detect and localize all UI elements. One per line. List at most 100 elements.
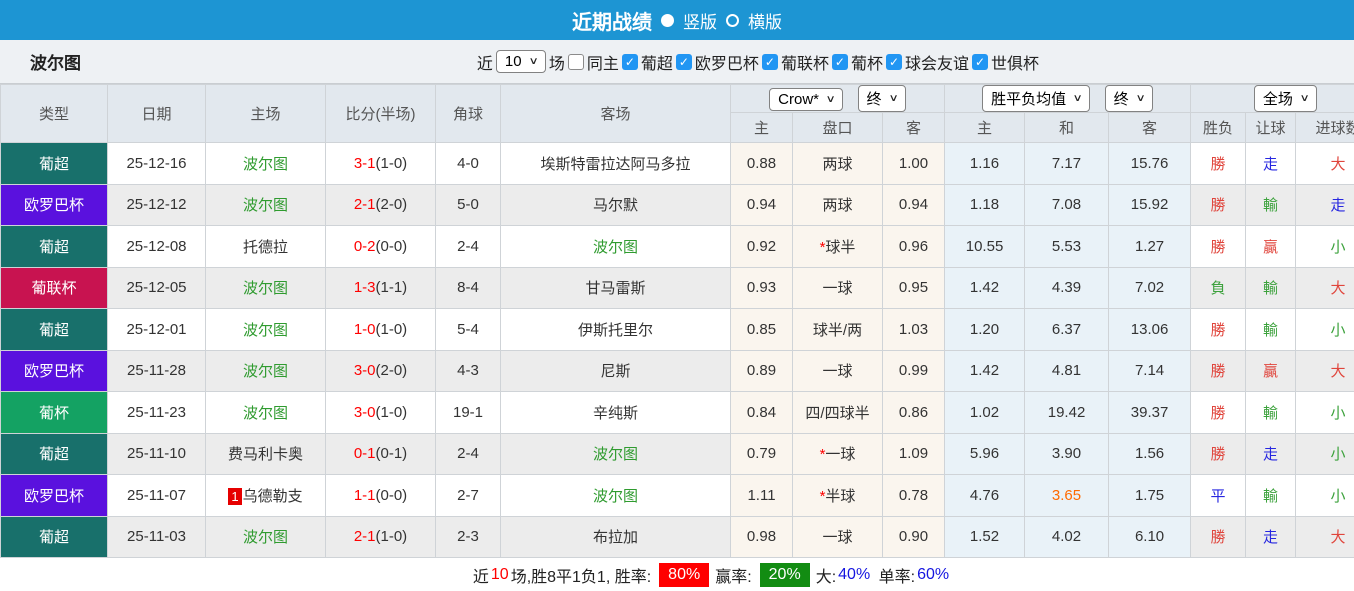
fulltime-score: 3-0 [354, 404, 376, 421]
away-team-name[interactable]: 辛纯斯 [593, 405, 638, 422]
handicap-text: 球半 [825, 239, 855, 256]
checkbox-league-cup-label[interactable]: 葡联杯 [781, 50, 829, 74]
matches-label: 场 [549, 50, 565, 74]
checkbox-friendly-label[interactable]: 球会友谊 [905, 50, 969, 74]
match-date: 25-11-23 [108, 392, 206, 434]
home-team-name[interactable]: 波尔图 [243, 405, 288, 422]
radio-vertical-label[interactable]: 竖版 [683, 8, 717, 33]
corner-cell: 4-0 [436, 143, 501, 185]
goals-result: 小 [1296, 226, 1354, 268]
summary-count: 10 [491, 566, 509, 584]
scope-select[interactable]: 全场∨ [1254, 85, 1317, 112]
home-team-cell: 托德拉 [206, 226, 326, 268]
home-team-name[interactable]: 托德拉 [243, 239, 288, 256]
away-team-name[interactable]: 波尔图 [593, 239, 638, 256]
summary-bar: 近 10 场,胜8平1负1, 胜率: 80% 赢率: 20% 大: 40% 单率… [0, 558, 1354, 591]
checkbox-league-cup[interactable] [762, 54, 778, 70]
fulltime-score: 2-1 [354, 196, 376, 213]
match-date: 25-12-05 [108, 267, 206, 309]
away-team-name[interactable]: 波尔图 [593, 446, 638, 463]
handicap-odds-away: 1.09 [883, 433, 945, 475]
bookmaker-select-value: Crow* [778, 91, 819, 108]
table-row: 欧罗巴杯 25-11-28 波尔图 3-0(2-0) 4-3 尼斯 0.89 一… [1, 350, 1354, 392]
table-row: 葡超 25-11-03 波尔图 2-1(1-0) 2-3 布拉加 0.98 一球… [1, 516, 1354, 558]
away-team-name[interactable]: 波尔图 [593, 488, 638, 505]
checkbox-taca[interactable] [832, 54, 848, 70]
avg-win-odds: 1.20 [945, 309, 1025, 351]
home-team-cell: 1乌德勒支 [206, 475, 326, 517]
bookmaker-time-select[interactable]: 终∨ [858, 85, 906, 112]
radio-vertical[interactable] [661, 14, 674, 27]
avg-lose-odds: 7.02 [1109, 267, 1191, 309]
checkbox-liga-portugal[interactable] [622, 54, 638, 70]
header-away: 客场 [501, 85, 731, 143]
home-team-name[interactable]: 波尔图 [243, 280, 288, 297]
checkbox-club-world-cup-label[interactable]: 世俱杯 [991, 50, 1039, 74]
home-team-name[interactable]: 波尔图 [243, 363, 288, 380]
radio-horizontal-label[interactable]: 横版 [748, 8, 782, 33]
handicap-text: 一球 [822, 363, 852, 380]
header-type: 类型 [1, 85, 108, 143]
handicap-text: 一球 [822, 280, 852, 297]
corner-cell: 4-3 [436, 350, 501, 392]
home-team-name[interactable]: 乌德勒支 [243, 488, 303, 505]
home-team-cell: 波尔图 [206, 516, 326, 558]
avg-draw-odds: 6.37 [1025, 309, 1109, 351]
home-team-cell: 费马利卡奥 [206, 433, 326, 475]
avg-lose-odds: 13.06 [1109, 309, 1191, 351]
wdl-result: 勝 [1191, 226, 1246, 268]
score-cell: 3-0(2-0) [326, 350, 436, 392]
checkbox-friendly[interactable] [886, 54, 902, 70]
away-team-cell: 波尔图 [501, 475, 731, 517]
corner-cell: 2-4 [436, 433, 501, 475]
away-team-name[interactable]: 伊斯托里尔 [578, 322, 653, 339]
same-home-checkbox[interactable] [568, 54, 584, 70]
avg-draw-odds: 4.39 [1025, 267, 1109, 309]
bookmaker-time-value: 终 [867, 88, 882, 109]
single-rate: 60% [917, 566, 949, 584]
checkbox-europa-league-label[interactable]: 欧罗巴杯 [695, 50, 759, 74]
handicap-result: 贏 [1246, 226, 1296, 268]
halftime-score: (0-0) [376, 487, 408, 504]
home-team-name[interactable]: 波尔图 [243, 156, 288, 173]
table-row: 欧罗巴杯 25-11-07 1乌德勒支 1-1(0-0) 2-7 波尔图 1.1… [1, 475, 1354, 517]
away-team-name[interactable]: 甘马雷斯 [585, 280, 645, 297]
home-team-cell: 波尔图 [206, 267, 326, 309]
avg-win-odds: 1.42 [945, 350, 1025, 392]
checkbox-liga-portugal-label[interactable]: 葡超 [641, 50, 673, 74]
wdl-result: 勝 [1191, 309, 1246, 351]
away-team-name[interactable]: 埃斯特雷拉达阿马多拉 [540, 156, 690, 173]
handicap-odds-home: 1.11 [731, 475, 793, 517]
competition-badge: 葡超 [1, 143, 108, 185]
away-team-name[interactable]: 布拉加 [593, 529, 638, 546]
avg-draw-odds: 7.08 [1025, 184, 1109, 226]
corner-cell: 2-7 [436, 475, 501, 517]
home-team-name[interactable]: 波尔图 [243, 529, 288, 546]
table-row: 欧罗巴杯 25-12-12 波尔图 2-1(2-0) 5-0 马尔默 0.94 … [1, 184, 1354, 226]
checkbox-europa-league[interactable] [676, 54, 692, 70]
handicap-line: 一球 [793, 350, 883, 392]
away-team-cell: 辛纯斯 [501, 392, 731, 434]
avg-time-select[interactable]: 终∨ [1105, 85, 1153, 112]
same-home-label[interactable]: 同主 [587, 50, 619, 74]
home-team-name[interactable]: 费马利卡奥 [228, 446, 303, 463]
corner-cell: 8-4 [436, 267, 501, 309]
checkbox-club-world-cup[interactable] [972, 54, 988, 70]
fulltime-score: 0-1 [354, 445, 376, 462]
bookmaker-select[interactable]: Crow*∨ [769, 88, 843, 111]
radio-horizontal[interactable] [726, 14, 739, 27]
avg-win-odds: 1.16 [945, 143, 1025, 185]
fulltime-score: 1-0 [354, 321, 376, 338]
home-team-name[interactable]: 波尔图 [243, 322, 288, 339]
away-team-name[interactable]: 尼斯 [600, 363, 630, 380]
away-team-name[interactable]: 马尔默 [593, 197, 638, 214]
avg-select[interactable]: 胜平负均值∨ [982, 85, 1090, 112]
recent-count-select[interactable]: 10∨ [496, 50, 546, 73]
handicap-result: 輸 [1246, 267, 1296, 309]
recent-label: 近 [477, 50, 493, 74]
checkbox-taca-label[interactable]: 葡杯 [851, 50, 883, 74]
win-odds-label: 赢率: [715, 563, 751, 587]
home-team-name[interactable]: 波尔图 [243, 197, 288, 214]
handicap-odds-away: 0.78 [883, 475, 945, 517]
halftime-score: (1-0) [376, 321, 408, 338]
